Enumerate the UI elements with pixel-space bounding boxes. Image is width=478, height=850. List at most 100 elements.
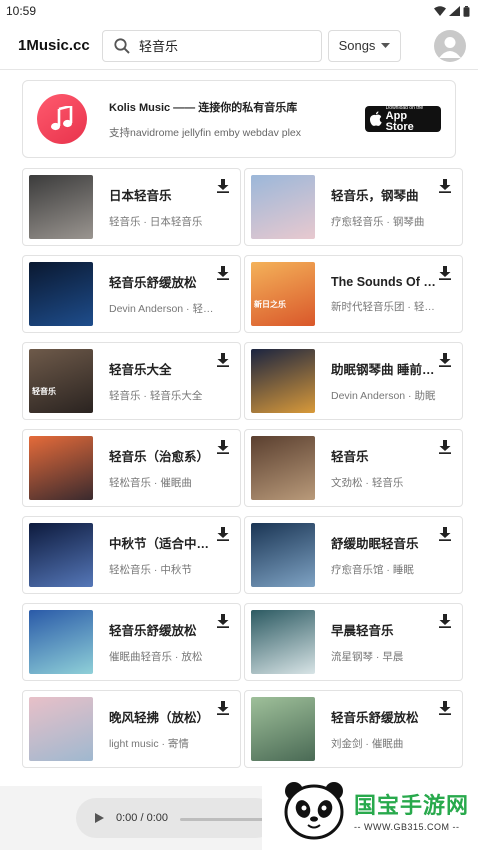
song-artist-album: 轻音乐 · 日本轻音乐: [109, 216, 203, 228]
download-icon[interactable]: [216, 179, 230, 193]
watermark-text: 国宝手游网 -- WWW.GB315.COM --: [354, 788, 469, 832]
song-card[interactable]: 轻音乐 轻音乐大全 轻音乐 · 轻音乐大全: [22, 342, 241, 420]
download-icon[interactable]: [438, 701, 452, 715]
song-artist-album: 轻音乐 · 轻音乐大全: [109, 390, 203, 402]
app-store-button[interactable]: Download on the App Store: [365, 105, 441, 132]
search-type-label: Songs: [338, 38, 376, 53]
signal-icon: [449, 6, 460, 16]
song-artist-album: 疗愈轻音乐 · 钢琴曲: [331, 216, 425, 228]
song-title: 轻音乐，钢琴曲: [331, 189, 419, 203]
status-icons: [434, 5, 470, 17]
song-cover-image[interactable]: [251, 610, 315, 674]
song-card[interactable]: 轻音乐（治愈系） 轻松音乐 · 催眠曲: [22, 429, 241, 507]
song-title: 轻音乐大全: [109, 363, 172, 377]
promo-subtitle: 支持navidrome jellyfin emby webdav plex: [109, 126, 301, 139]
download-icon[interactable]: [438, 527, 452, 541]
promo-title: Kolis Music —— 连接你的私有音乐库: [109, 101, 298, 114]
song-info: 助眠钢琴曲 睡前轻音乐 Devin Anderson · 助眠: [331, 359, 441, 403]
caret-down-icon: [381, 43, 391, 48]
download-icon[interactable]: [216, 440, 230, 454]
song-cover-image[interactable]: [29, 610, 93, 674]
song-title: 轻音乐舒缓放松: [331, 711, 419, 725]
song-card[interactable]: 早晨轻音乐 流星钢琴 · 早晨: [244, 603, 463, 681]
download-icon[interactable]: [438, 266, 452, 280]
song-info: 中秋节（适合中秋） 轻松音乐 · 中秋节: [109, 533, 219, 577]
song-cover-caption: 新日之乐: [254, 300, 286, 309]
download-icon[interactable]: [438, 440, 452, 454]
download-icon[interactable]: [216, 266, 230, 280]
song-title: 舒缓助眠轻音乐: [331, 537, 419, 551]
song-info: 早晨轻音乐 流星钢琴 · 早晨: [331, 620, 441, 664]
song-info: 轻音乐大全轻音乐 · 轻音乐大全: [109, 359, 219, 403]
download-icon[interactable]: [216, 527, 230, 541]
song-card[interactable]: 中秋节（适合中秋） 轻松音乐 · 中秋节: [22, 516, 241, 594]
song-cover-image[interactable]: [29, 523, 93, 587]
song-info: 日本轻音乐 轻音乐 · 日本轻音乐: [109, 185, 219, 229]
play-icon[interactable]: [94, 813, 104, 823]
song-card[interactable]: 晚风轻拂（放松） light music · 寄情: [22, 690, 241, 768]
download-icon[interactable]: [216, 701, 230, 715]
song-artist-album: 催眠曲轻音乐 · 放松: [109, 651, 203, 663]
apple-icon: [369, 111, 382, 126]
song-title: 早晨轻音乐: [331, 624, 394, 638]
download-icon[interactable]: [438, 353, 452, 367]
song-cover-image[interactable]: [251, 349, 315, 413]
song-cover-image[interactable]: [251, 175, 315, 239]
song-card[interactable]: 轻音乐，钢琴曲 疗愈轻音乐 · 钢琴曲: [244, 168, 463, 246]
user-avatar[interactable]: [434, 29, 466, 62]
song-info: The Sounds Of Silence 新时代轻音乐团 · 轻音乐: [331, 275, 441, 314]
song-cover-image[interactable]: [29, 262, 93, 326]
song-cover-image[interactable]: 轻音乐: [29, 349, 93, 413]
song-info: 轻音乐舒缓放松 催眠曲轻音乐 · 放松: [109, 620, 219, 664]
status-bar: 10:59: [0, 0, 478, 22]
download-icon[interactable]: [438, 614, 452, 628]
song-cover-image[interactable]: [29, 436, 93, 500]
player-progress-bar[interactable]: [180, 818, 270, 821]
download-icon[interactable]: [216, 353, 230, 367]
top-bar: 1Music.cc Songs: [0, 22, 478, 70]
song-cover-image[interactable]: [29, 175, 93, 239]
download-icon[interactable]: [438, 179, 452, 193]
song-artist-album: 文劲松 · 轻音乐: [331, 477, 404, 489]
search-box[interactable]: [102, 29, 322, 62]
song-card[interactable]: 轻音乐舒缓放松 Devin Anderson · 轻音乐: [22, 255, 241, 333]
song-card[interactable]: 舒缓助眠轻音乐 疗愈音乐馆 · 睡眠: [244, 516, 463, 594]
song-title: 轻音乐: [331, 450, 369, 464]
player-time: 0:00 / 0:00: [116, 812, 168, 824]
panda-icon: [284, 782, 344, 840]
song-card[interactable]: 日本轻音乐 轻音乐 · 日本轻音乐: [22, 168, 241, 246]
song-cover-image[interactable]: [251, 523, 315, 587]
song-info: 轻音乐文劲松 · 轻音乐: [331, 446, 441, 490]
search-input[interactable]: [139, 38, 309, 53]
watermark-brand: 国宝手游网: [354, 793, 470, 818]
song-info: 轻音乐，钢琴曲 疗愈轻音乐 · 钢琴曲: [331, 185, 441, 229]
promo-banner[interactable]: Kolis Music —— 连接你的私有音乐库 支持navidrome jel…: [22, 80, 456, 158]
watermark-url: -- WWW.GB315.COM --: [354, 822, 460, 832]
song-card[interactable]: 轻音乐舒缓放松 催眠曲轻音乐 · 放松: [22, 603, 241, 681]
song-info: 晚风轻拂（放松） light music · 寄情: [109, 707, 219, 751]
song-card[interactable]: 轻音乐文劲松 · 轻音乐: [244, 429, 463, 507]
search-icon: [114, 37, 130, 54]
song-cover-image[interactable]: 新日之乐: [251, 262, 315, 326]
song-cover-image[interactable]: [251, 436, 315, 500]
song-card[interactable]: 新日之乐 The Sounds Of Silence 新时代轻音乐团 · 轻音乐: [244, 255, 463, 333]
download-icon[interactable]: [216, 614, 230, 628]
user-avatar-icon: [439, 36, 461, 58]
song-card[interactable]: 轻音乐舒缓放松 刘金剑 · 催眠曲: [244, 690, 463, 768]
battery-icon: [463, 5, 470, 17]
song-cover-image[interactable]: [29, 697, 93, 761]
song-cover-image[interactable]: [251, 697, 315, 761]
promo-text: Kolis Music —— 连接你的私有音乐库 支持navidrome jel…: [109, 99, 365, 140]
site-watermark: 国宝手游网 -- WWW.GB315.COM --: [262, 770, 478, 850]
wifi-icon: [434, 6, 446, 16]
song-card[interactable]: 助眠钢琴曲 睡前轻音乐 Devin Anderson · 助眠: [244, 342, 463, 420]
song-artist-album: Devin Anderson · 助眠: [331, 390, 436, 402]
song-artist-album: 刘金剑 · 催眠曲: [331, 738, 404, 750]
song-artist-album: 轻松音乐 · 中秋节: [109, 564, 192, 576]
app-title[interactable]: 1Music.cc: [18, 37, 102, 54]
song-title: 轻音乐（治愈系）: [109, 450, 210, 464]
song-artist-album: 疗愈音乐馆 · 睡眠: [331, 564, 414, 576]
song-artist-album: light music · 寄情: [109, 738, 189, 750]
kolis-logo: [37, 94, 87, 144]
search-type-select[interactable]: Songs: [328, 29, 401, 62]
